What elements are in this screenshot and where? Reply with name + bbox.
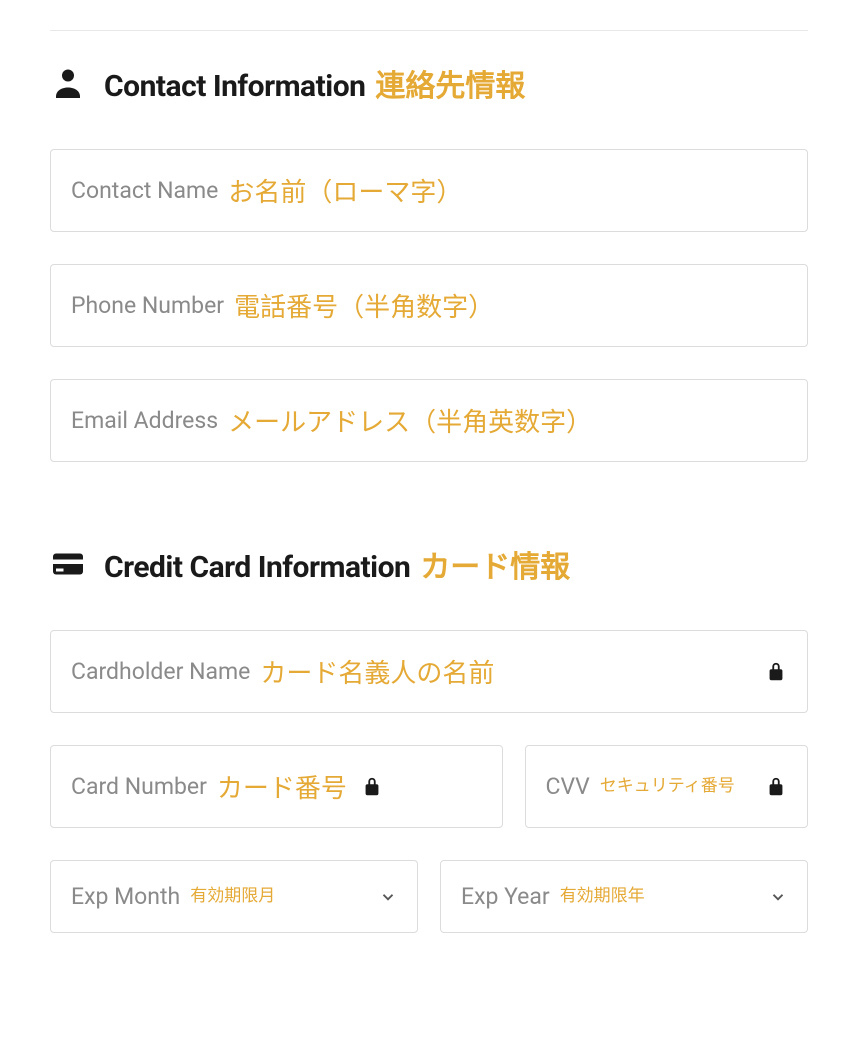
lock-icon <box>765 661 787 683</box>
card-section: Credit Card Information カード情報 Cardholder… <box>50 542 808 933</box>
card-number-field[interactable]: Card Number カード番号 <box>50 745 503 828</box>
user-icon <box>50 65 86 101</box>
card-title-jp: カード情報 <box>420 550 570 585</box>
phone-number-field[interactable]: Phone Number 電話番号（半角数字） <box>50 264 808 347</box>
email-label-en: Email Address <box>71 407 218 434</box>
credit-card-icon <box>50 546 86 582</box>
exp-year-label-en: Exp Year <box>461 883 550 910</box>
cvv-label-jp: セキュリティ番号 <box>600 776 735 796</box>
top-divider <box>50 30 808 31</box>
cardholder-name-field[interactable]: Cardholder Name カード名義人の名前 <box>50 630 808 713</box>
card-number-label-en: Card Number <box>71 773 207 800</box>
lock-icon <box>765 776 787 798</box>
cardholder-label-en: Cardholder Name <box>71 658 250 685</box>
phone-label-jp: 電話番号（半角数字） <box>234 287 494 324</box>
email-address-field[interactable]: Email Address メールアドレス（半角英数字） <box>50 379 808 462</box>
phone-label-en: Phone Number <box>71 292 224 319</box>
card-title-en: Credit Card Information <box>104 550 410 585</box>
chevron-down-icon <box>379 888 397 906</box>
exp-year-label-jp: 有効期限年 <box>560 886 645 906</box>
contact-name-field[interactable]: Contact Name お名前（ローマ字） <box>50 149 808 232</box>
email-label-jp: メールアドレス（半角英数字） <box>228 402 592 439</box>
card-number-label-jp: カード番号 <box>217 768 347 805</box>
exp-month-label-jp: 有効期限月 <box>190 886 275 906</box>
exp-year-select[interactable]: Exp Year 有効期限年 <box>440 860 808 933</box>
contact-name-label-jp: お名前（ローマ字） <box>228 172 462 209</box>
contact-name-label-en: Contact Name <box>71 177 218 204</box>
card-title-wrap: Credit Card Information カード情報 <box>104 542 570 586</box>
lock-icon <box>361 776 383 798</box>
exp-month-label-en: Exp Month <box>71 883 180 910</box>
contact-title-wrap: Contact Information 連絡先情報 <box>104 61 525 105</box>
contact-header: Contact Information 連絡先情報 <box>50 61 808 105</box>
contact-section: Contact Information 連絡先情報 Contact Name お… <box>50 61 808 462</box>
cardholder-label-jp: カード名義人の名前 <box>260 653 494 690</box>
contact-title-en: Contact Information <box>104 69 365 104</box>
chevron-down-icon <box>769 888 787 906</box>
contact-title-jp: 連絡先情報 <box>375 69 525 104</box>
cvv-field[interactable]: CVV セキュリティ番号 <box>525 745 808 828</box>
card-header: Credit Card Information カード情報 <box>50 542 808 586</box>
exp-month-select[interactable]: Exp Month 有効期限月 <box>50 860 418 933</box>
cvv-label-en: CVV <box>546 773 590 800</box>
